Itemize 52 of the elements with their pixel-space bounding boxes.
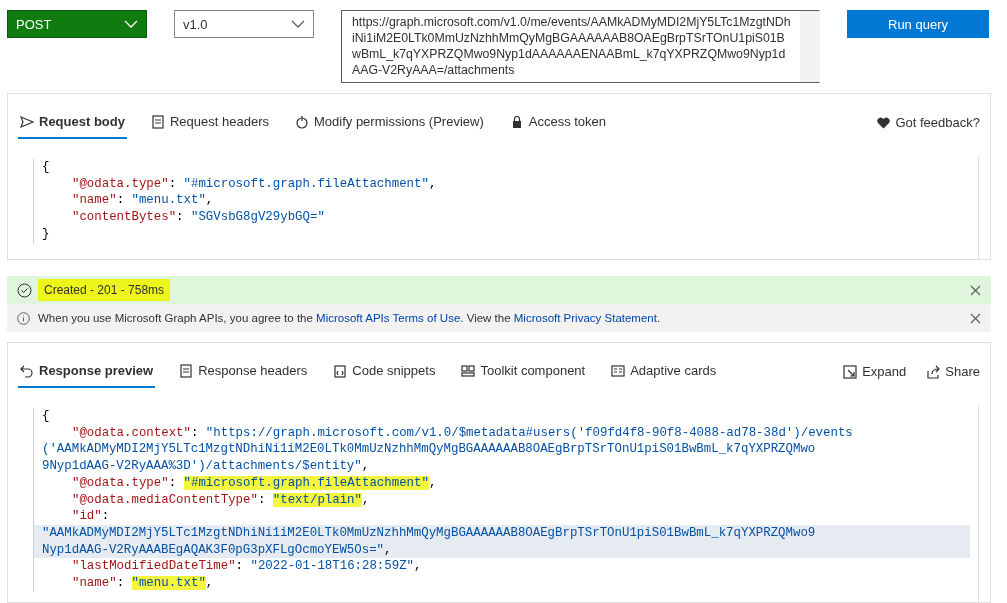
info-icon	[17, 311, 30, 325]
expand-icon	[843, 364, 858, 379]
notice-link[interactable]: Microsoft Privacy Statement	[513, 312, 657, 324]
code-line: }	[33, 225, 970, 243]
code-line: "name": "menu.txt",	[33, 192, 970, 210]
code-line: "contentBytes": "SGVsbG8gV29ybGQ="	[33, 209, 970, 226]
share-icon	[926, 364, 941, 379]
code-line: "@odata.type": "#microsoft.graph.fileAttachment",	[33, 474, 970, 492]
close-button[interactable]	[970, 284, 981, 296]
version-dropdown[interactable]: v1.0	[174, 10, 314, 38]
request-tab[interactable]: Modify permissions (Preview)	[293, 106, 486, 139]
close-button[interactable]	[970, 312, 981, 324]
code-line: {	[33, 159, 970, 176]
response-tab[interactable]: Adaptive cards	[609, 355, 719, 388]
response-action-button[interactable]: Expand	[843, 364, 907, 379]
method-dropdown[interactable]: POST	[7, 10, 147, 38]
undo-icon	[20, 363, 34, 378]
close-icon	[970, 312, 981, 324]
send-icon	[20, 114, 34, 129]
request-tab[interactable]: Request body	[18, 106, 127, 139]
code-line: 9Nyp1dAAG-V2RyAAA%3D')/attachments/$entity",	[33, 458, 970, 475]
chevron-icon	[124, 20, 138, 28]
document-icon	[179, 363, 194, 378]
response-tab[interactable]: Response preview	[18, 355, 156, 388]
code-editor[interactable]: { "@odata.type": "#microsoft.graph.fileAttachment", "name": "menu.txt", "contentBytes": "SGVsbG8gV29ybGQ=" }	[8, 145, 990, 259]
check-circle-icon	[17, 282, 32, 298]
document-icon	[150, 114, 165, 129]
url-field[interactable]: https://graph.microsoft.com/v1.0/me/events/AAMkADMyMDI2MjY5LTc1MzgtNDhiNi1iM2E0LTk0MmUzNzhhMmQyMgBGAAAAAAB8OAEgBrpTSrTOnU1piS01BwBmL_k7qYXPRZQMwo9Nyp1dAAAAAAENAABmL_k7qYXPRZQMwo9Nyp1dAAG-V2RyAAA=/attachments	[341, 10, 820, 83]
run-query-button[interactable]: Run query	[847, 10, 989, 38]
response-tab[interactable]: Response headers	[177, 355, 310, 388]
code-line: "id":	[33, 508, 970, 525]
request-tab[interactable]: Access token	[507, 106, 609, 139]
code-line: "lastModifiedDateTime": "2022-01-18T16:28:59Z",	[33, 558, 970, 576]
feedback-button[interactable]: Got feedback?	[877, 115, 980, 130]
card-icon	[611, 363, 626, 378]
response-action-button[interactable]: Share	[926, 364, 980, 379]
code-line: "name": "menu.txt",	[33, 575, 970, 592]
code-line: ('AAMkADMyMDI2MjY5LTc1MzgtNDhiNi1iM2E0LTk0MmUzNzhhMmQyMgBGAAAAAAB8OAEgBrpTSrTOnU1piS01BwBmL_k7qYXPRZQMwo	[33, 441, 970, 459]
chevron-icon	[291, 20, 305, 28]
request-tab[interactable]: Request headers	[148, 106, 271, 139]
status-text: Created - 201 - 758ms	[38, 279, 171, 301]
response-tab[interactable]: Toolkit component	[459, 355, 588, 388]
heart-icon	[877, 116, 891, 129]
clipboard-icon	[333, 363, 348, 378]
code-line: {	[33, 408, 970, 425]
close-icon	[970, 284, 981, 296]
code-line: "@odata.context": "https://graph.microsoft.com/v1.0/$metadata#users('f09fd4f8-90f8-4088-ad78-38d')/events	[33, 424, 970, 442]
code-line: "@odata.type": "#microsoft.graph.fileAttachment",	[33, 175, 970, 193]
code-line: "@odata.mediaContentType": "text/plain",	[33, 491, 970, 509]
response-tab[interactable]: Code snippets	[331, 355, 438, 388]
grid-icon	[461, 363, 476, 378]
notice-text: When you use Microsoft Graph APIs, you agree to the Microsoft APIs Terms of Use. View the Microsoft Privacy Statement.	[38, 312, 661, 324]
